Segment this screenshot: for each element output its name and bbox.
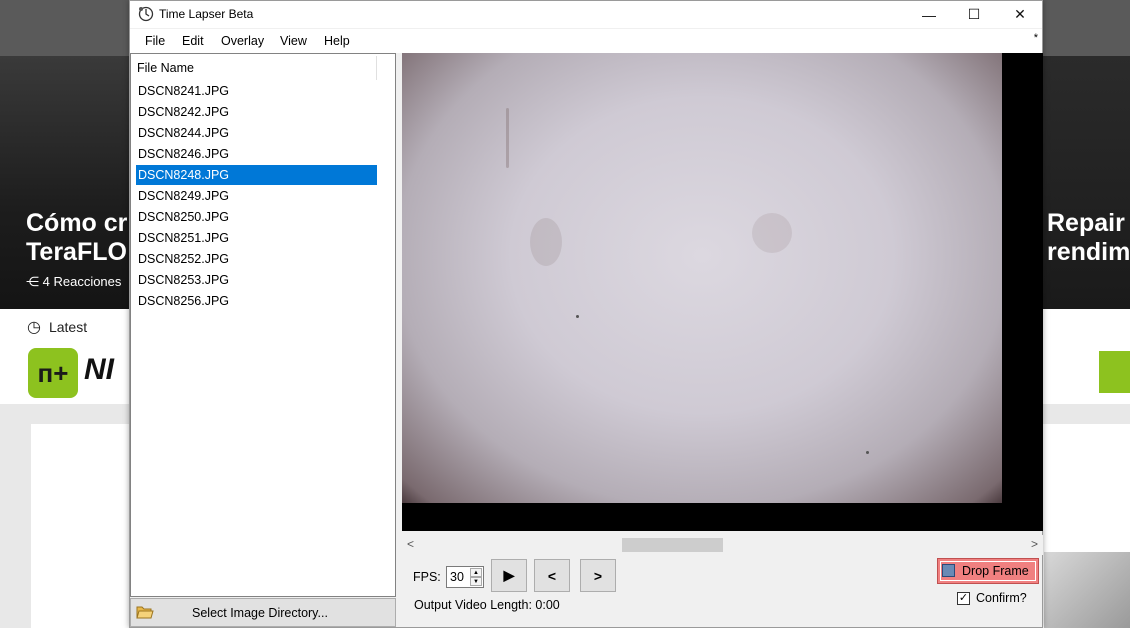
file-list-item[interactable]: DSCN8252.JPG (136, 249, 377, 269)
nav-latest[interactable]: ◷ Latest (27, 317, 87, 337)
file-list-item[interactable]: DSCN8244.JPG (136, 123, 377, 143)
next-frame-button[interactable]: > (580, 559, 616, 592)
menu-bar: File Edit Overlay View Help * (130, 29, 1042, 53)
file-list[interactable]: File Name DSCN8241.JPG DSCN8242.JPG DSCN82… (130, 53, 396, 597)
hero-reactions: ⋲ 4 Reacciones (26, 274, 122, 289)
folder-open-icon (136, 606, 154, 619)
file-list-item[interactable]: DSCN8248.JPG (136, 165, 377, 185)
fps-value[interactable]: 30 (450, 570, 464, 584)
modified-marker: * (1033, 32, 1038, 44)
previous-frame-button[interactable]: < (534, 559, 570, 592)
menu-view[interactable]: View (280, 34, 307, 48)
maximize-button[interactable]: ☐ (951, 1, 997, 28)
drop-frame-label: Drop Frame (962, 564, 1029, 578)
site-logo-text: NI (84, 353, 114, 386)
confirm-checkbox[interactable]: ✓ (957, 591, 970, 605)
hero-image-left: Cómo cr TeraFLO ⋲ 4 Reacciones (0, 56, 132, 309)
menu-file[interactable]: File (145, 34, 165, 48)
app-icon (138, 6, 154, 22)
article-thumbnail (1044, 552, 1130, 628)
title-bar[interactable]: Time Lapser Beta — ☐ ✕ (130, 1, 1042, 28)
site-accent-block (1099, 351, 1130, 393)
menu-help[interactable]: Help (324, 34, 350, 48)
select-image-directory-button[interactable]: Select Image Directory... (130, 598, 396, 627)
hero-title-line2: TeraFLO (26, 238, 127, 266)
scroll-left-icon[interactable]: < (407, 537, 414, 551)
file-list-item[interactable]: DSCN8242.JPG (136, 102, 377, 122)
horizontal-scrollbar[interactable]: < > (402, 535, 1043, 555)
preview-image (402, 53, 1002, 503)
drop-frame-button[interactable]: Drop Frame (937, 558, 1039, 584)
close-button[interactable]: ✕ (997, 1, 1043, 28)
fps-up-icon[interactable]: ▲ (470, 568, 482, 577)
fps-down-icon[interactable]: ▼ (470, 577, 482, 586)
menu-edit[interactable]: Edit (182, 34, 204, 48)
hero-title-line1: Cómo cr (26, 209, 128, 237)
output-video-length: Output Video Length: 0:00 (414, 598, 560, 612)
window-title: Time Lapser Beta (159, 7, 254, 21)
share-icon: ⋲ (26, 274, 39, 289)
site-logo-mark: п+ (28, 348, 78, 398)
file-list-item[interactable]: DSCN8246.JPG (136, 144, 377, 164)
column-separator[interactable] (376, 56, 377, 80)
hero-right-line1: Repair (1047, 209, 1125, 237)
hero-image-right: Repair rendim (1042, 56, 1130, 309)
scroll-right-icon[interactable]: > (1031, 537, 1038, 551)
hero-right-line2: rendim (1047, 238, 1130, 266)
file-name-column-header[interactable]: File Name (137, 61, 194, 75)
fps-stepper[interactable]: 30 ▲ ▼ (446, 566, 484, 588)
menu-overlay[interactable]: Overlay (221, 34, 264, 48)
drop-frame-icon (942, 564, 955, 577)
file-list-item[interactable]: DSCN8251.JPG (136, 228, 377, 248)
time-lapser-window: Time Lapser Beta — ☐ ✕ File Edit Overlay… (129, 0, 1043, 628)
fps-label: FPS: (413, 570, 441, 584)
file-list-item[interactable]: DSCN8249.JPG (136, 186, 377, 206)
frame-preview (402, 53, 1043, 531)
file-list-item[interactable]: DSCN8253.JPG (136, 270, 377, 290)
file-list-item[interactable]: DSCN8256.JPG (136, 291, 377, 311)
clock-icon: ◷ (27, 319, 41, 336)
confirm-label: Confirm? (976, 591, 1027, 605)
scrollbar-thumb[interactable] (622, 538, 723, 552)
confirm-checkbox-row[interactable]: ✓ Confirm? (957, 591, 1027, 605)
select-directory-label: Select Image Directory... (192, 606, 328, 620)
play-button[interactable]: ▶ (491, 559, 527, 592)
file-list-item[interactable]: DSCN8241.JPG (136, 81, 377, 101)
file-list-item[interactable]: DSCN8250.JPG (136, 207, 377, 227)
minimize-button[interactable]: — (906, 1, 952, 28)
